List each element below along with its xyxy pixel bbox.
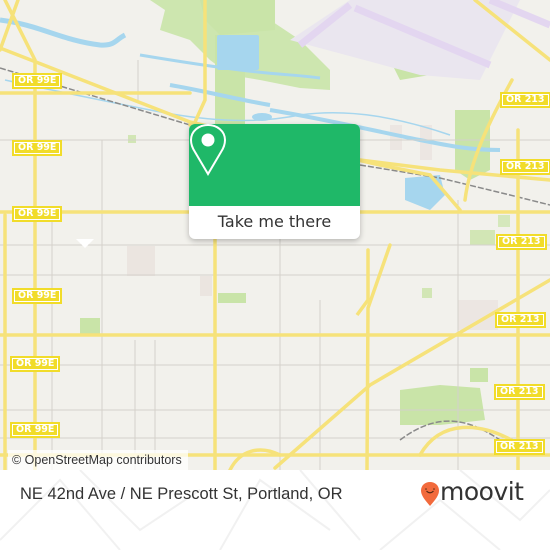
moovit-wordmark: moovit [440,477,524,506]
route-shield: OR 99E [12,140,63,156]
route-shield: OR 213 [494,439,545,455]
popup-header [189,124,360,206]
map-pin-icon [189,124,227,176]
route-shield: OR 213 [500,159,550,175]
map-attribution[interactable]: © OpenStreetMap contributors [8,450,188,470]
take-me-there-button[interactable]: Take me there [189,206,360,239]
route-shield: OR 213 [500,92,550,108]
footer: NE 42nd Ave / NE Prescott St, Portland, … [0,470,550,550]
route-shield: OR 99E [10,356,61,372]
route-shield: OR 99E [12,206,63,222]
route-shield: OR 99E [10,422,61,438]
route-shield: OR 213 [494,384,545,400]
route-shield: OR 99E [12,288,63,304]
popup-pointer [76,239,94,248]
route-shield: OR 213 [496,234,547,250]
airport [290,0,550,80]
route-shield: OR 99E [12,73,63,89]
stop-address: NE 42nd Ave / NE Prescott St, Portland, … [20,485,343,503]
location-popup[interactable]: Take me there [189,124,360,239]
route-shield: OR 213 [495,312,546,328]
moovit-pin-icon [421,482,439,506]
map-view[interactable]: OR 99E OR 99E OR 99E OR 99E OR 99E OR 99… [0,0,550,470]
